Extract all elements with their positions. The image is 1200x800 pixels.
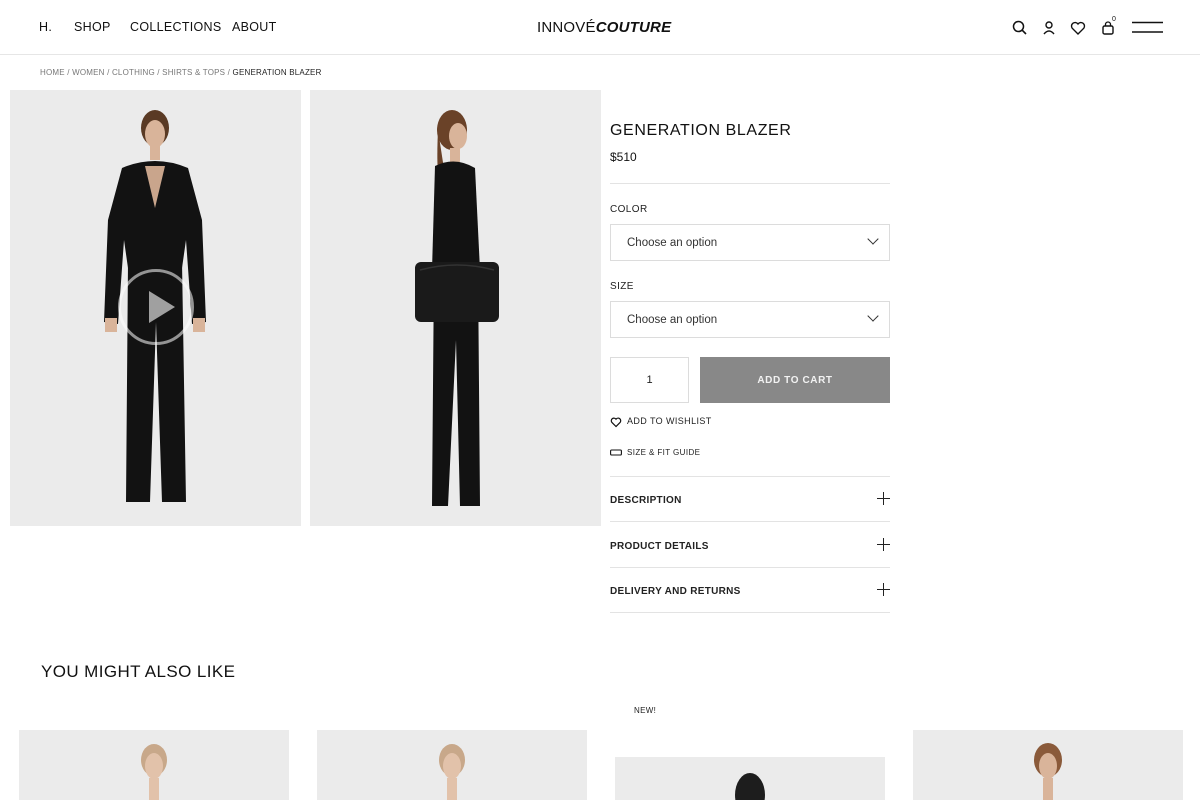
recommended-product-card[interactable] xyxy=(913,730,1183,800)
size-guide-label: SIZE & FIT GUIDE xyxy=(627,448,701,457)
size-select[interactable]: Choose an option xyxy=(610,301,890,338)
plus-icon xyxy=(877,583,890,596)
model-thumbnail xyxy=(439,744,465,800)
model-thumbnail xyxy=(141,744,167,800)
product-price: $510 xyxy=(610,150,637,164)
add-to-wishlist-link[interactable]: ADD TO WISHLIST xyxy=(610,416,730,428)
new-badge: NEW! xyxy=(634,706,657,715)
accordion-product-details[interactable]: PRODUCT DETAILS xyxy=(610,523,890,568)
nav-shop[interactable]: SHOP xyxy=(74,20,111,34)
model-thumbnail xyxy=(1034,743,1062,800)
recommended-product-card[interactable] xyxy=(615,757,885,800)
breadcrumb-shirts-tops[interactable]: SHIRTS & TOPS xyxy=(162,68,225,77)
color-select[interactable]: Choose an option xyxy=(610,224,890,261)
color-select-value: Choose an option xyxy=(627,237,718,249)
brand-logo[interactable]: INNOVÉCOUTURE xyxy=(537,19,671,36)
color-label: COLOR xyxy=(610,204,648,215)
recommended-product-card[interactable] xyxy=(317,730,587,800)
heart-icon[interactable] xyxy=(1069,19,1087,37)
accordion-description-label: DESCRIPTION xyxy=(610,495,682,506)
model-thumbnail xyxy=(735,773,765,800)
cart-count-badge: 0 xyxy=(1112,16,1116,23)
breadcrumb-clothing[interactable]: CLOTHING xyxy=(112,68,155,77)
logo-first-word: INNOVÉ xyxy=(537,19,596,36)
info-divider xyxy=(610,183,890,184)
quantity-input[interactable] xyxy=(610,357,689,403)
wishlist-label: ADD TO WISHLIST xyxy=(627,416,712,426)
recommended-product-card[interactable] xyxy=(19,730,289,800)
recommendations-title: YOU MIGHT ALSO LIKE xyxy=(41,662,236,681)
accordion-product-details-label: PRODUCT DETAILS xyxy=(610,541,709,552)
accordion-delivery-returns[interactable]: DELIVERY AND RETURNS xyxy=(610,568,890,613)
breadcrumb-home[interactable]: HOME xyxy=(40,68,65,77)
product-image-side[interactable] xyxy=(310,90,601,526)
accordion-delivery-returns-label: DELIVERY AND RETURNS xyxy=(610,586,741,597)
size-guide-link[interactable]: SIZE & FIT GUIDE xyxy=(610,448,720,460)
breadcrumb-current: GENERATION BLAZER xyxy=(232,68,322,77)
accordion-description[interactable]: DESCRIPTION xyxy=(610,477,890,522)
play-video-button[interactable] xyxy=(118,269,194,345)
search-icon[interactable] xyxy=(1011,19,1029,37)
menu-icon[interactable] xyxy=(1132,21,1163,34)
nav-home-h[interactable]: H. xyxy=(39,20,52,34)
logo-second-word: COUTURE xyxy=(595,19,672,36)
product-title: GENERATION BLAZER xyxy=(610,122,792,139)
model-side-figure xyxy=(415,110,499,506)
chevron-down-icon xyxy=(867,310,879,322)
plus-icon xyxy=(877,492,890,505)
site-header: H. SHOP COLLECTIONS ABOUT INNOVÉCOUTURE … xyxy=(0,0,1200,55)
heart-icon xyxy=(610,417,622,428)
nav-collections[interactable]: COLLECTIONS xyxy=(130,20,222,34)
size-label: SIZE xyxy=(610,281,634,292)
nav-about[interactable]: ABOUT xyxy=(232,20,277,34)
ruler-icon xyxy=(610,449,622,456)
user-icon[interactable] xyxy=(1040,19,1058,37)
chevron-down-icon xyxy=(867,233,879,245)
plus-icon xyxy=(877,538,890,551)
breadcrumb-women[interactable]: WOMEN xyxy=(72,68,105,77)
size-select-value: Choose an option xyxy=(627,314,718,326)
breadcrumb: HOME / WOMEN / CLOTHING / SHIRTS & TOPS … xyxy=(40,68,322,77)
product-image-front[interactable] xyxy=(10,90,301,526)
add-to-cart-button[interactable]: ADD TO CART xyxy=(700,357,890,403)
